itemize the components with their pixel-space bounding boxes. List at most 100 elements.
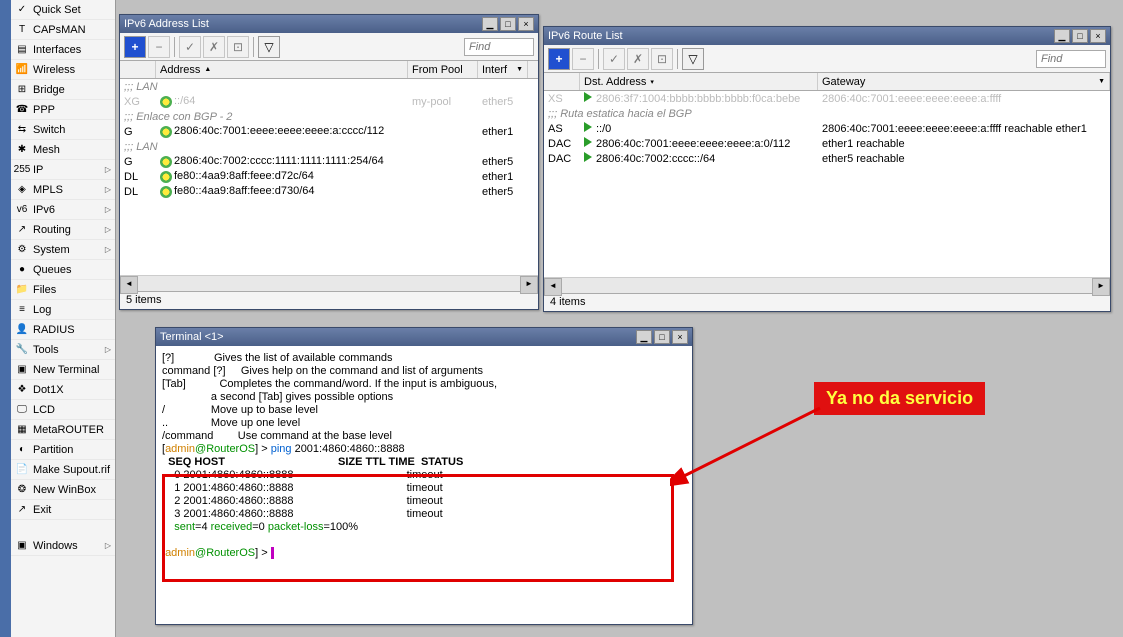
- ping-row: 2 2001:4860:4860::8888 timeout: [162, 495, 686, 508]
- sidebar-item-capsman[interactable]: TCAPsMAN: [11, 20, 115, 40]
- table-row[interactable]: AS ::/0 2806:40c:7001:eeee:eeee:eeee:a:f…: [544, 121, 1110, 136]
- col-frompool[interactable]: From Pool: [408, 61, 478, 78]
- table-row[interactable]: XG ::/64 my-pool ether5: [120, 94, 538, 109]
- sidebar-item-mesh[interactable]: ✱Mesh: [11, 140, 115, 160]
- help-line: [Tab] Completes the command/word. If the…: [162, 378, 686, 391]
- sidebar-item-make-supout-rif[interactable]: 📄Make Supout.rif: [11, 460, 115, 480]
- enable-button[interactable]: ✓: [179, 36, 201, 58]
- sidebar-item-ipv6[interactable]: v6IPv6▷: [11, 200, 115, 220]
- sidebar-item-files[interactable]: 📁Files: [11, 280, 115, 300]
- section-label: ;;; LAN: [120, 79, 538, 94]
- sidebar-item-interfaces[interactable]: ▤Interfaces: [11, 40, 115, 60]
- sidebar-item-dot1x[interactable]: ❖Dot1X: [11, 380, 115, 400]
- help-line: .. Move up one level: [162, 417, 686, 430]
- sidebar-item-bridge[interactable]: ⊞Bridge: [11, 80, 115, 100]
- col-flag[interactable]: [544, 73, 580, 90]
- find-input[interactable]: [1036, 50, 1106, 68]
- sidebar-item-label: Tools: [33, 344, 59, 356]
- sidebar-item-label: Interfaces: [33, 44, 81, 56]
- add-button[interactable]: +: [548, 48, 570, 70]
- add-button[interactable]: +: [124, 36, 146, 58]
- menu-icon: ≡: [15, 303, 29, 317]
- sidebar-item-routing[interactable]: ↗Routing▷: [11, 220, 115, 240]
- table-row[interactable]: XS 2806:3f7:1004:bbbb:bbbb:bbbb:f0ca:beb…: [544, 91, 1110, 106]
- horizontal-scrollbar[interactable]: [120, 275, 538, 291]
- prompt-line: [162, 534, 686, 547]
- sidebar-item-switch[interactable]: ⇆Switch: [11, 120, 115, 140]
- table-row[interactable]: DL fe80::4aa9:8aff:feee:d730/64 ether5: [120, 184, 538, 199]
- sidebar-item-queues[interactable]: ●Queues: [11, 260, 115, 280]
- filter-button[interactable]: ▽: [258, 36, 280, 58]
- titlebar[interactable]: Terminal <1> ▁ □ ×: [156, 328, 692, 346]
- window-title: IPv6 Route List: [548, 30, 623, 42]
- sidebar-item-label: Wireless: [33, 64, 75, 76]
- sidebar-item-new-terminal[interactable]: ▣New Terminal: [11, 360, 115, 380]
- table-row[interactable]: DL fe80::4aa9:8aff:feee:d72c/64 ether1: [120, 169, 538, 184]
- sidebar-item-new-winbox[interactable]: ❂New WinBox: [11, 480, 115, 500]
- table-row[interactable]: DAC 2806:40c:7002:cccc::/64 ether5 reach…: [544, 151, 1110, 166]
- maximize-button[interactable]: □: [500, 17, 516, 31]
- sidebar-item-mpls[interactable]: ◈MPLS▷: [11, 180, 115, 200]
- maximize-button[interactable]: □: [1072, 29, 1088, 43]
- sidebar-item-radius[interactable]: 👤RADIUS: [11, 320, 115, 340]
- minimize-button[interactable]: ▁: [1054, 29, 1070, 43]
- menu-icon: ◐: [15, 443, 29, 457]
- prompt-line[interactable]: [admin@RouterOS] >: [162, 547, 686, 560]
- enable-button[interactable]: ✓: [603, 48, 625, 70]
- sidebar-item-label: MetaROUTER: [33, 424, 104, 436]
- annotation-label: Ya no da servicio: [814, 382, 985, 415]
- address-icon: [160, 171, 172, 183]
- terminal-body[interactable]: [?] Gives the list of available commands…: [156, 346, 692, 624]
- disable-button[interactable]: ✗: [203, 36, 225, 58]
- col-gateway[interactable]: Gateway▼: [818, 73, 1110, 90]
- table-header: Address▲ From Pool Interf▼: [120, 61, 538, 79]
- remove-button[interactable]: −: [148, 36, 170, 58]
- menu-icon: ❂: [15, 483, 29, 497]
- col-dst[interactable]: Dst. Address▾: [580, 73, 818, 90]
- horizontal-scrollbar[interactable]: [544, 277, 1110, 293]
- sidebar-item-tools[interactable]: 🔧Tools▷: [11, 340, 115, 360]
- titlebar[interactable]: IPv6 Address List ▁ □ ×: [120, 15, 538, 33]
- sidebar-item-quick-set[interactable]: ✓Quick Set: [11, 0, 115, 20]
- sidebar-item-windows[interactable]: ▣Windows▷: [11, 536, 115, 556]
- terminal-window: Terminal <1> ▁ □ × [?] Gives the list of…: [155, 327, 693, 625]
- menu-icon: 👤: [15, 323, 29, 337]
- comment-button[interactable]: ⊡: [227, 36, 249, 58]
- route-icon: [584, 122, 592, 132]
- close-button[interactable]: ×: [518, 17, 534, 31]
- sidebar-item-lcd[interactable]: 🖵LCD: [11, 400, 115, 420]
- sidebar-item-wireless[interactable]: 📶Wireless: [11, 60, 115, 80]
- statusbar: 5 items: [120, 291, 538, 309]
- chevron-right-icon: ▷: [105, 345, 111, 354]
- sidebar-item-label: Partition: [33, 444, 73, 456]
- titlebar[interactable]: IPv6 Route List ▁ □ ×: [544, 27, 1110, 45]
- col-address[interactable]: Address▲: [156, 61, 408, 78]
- sidebar-item-ppp[interactable]: ☎PPP: [11, 100, 115, 120]
- chevron-right-icon: ▷: [105, 205, 111, 214]
- sidebar-item-metarouter[interactable]: ▦MetaROUTER: [11, 420, 115, 440]
- comment-button[interactable]: ⊡: [651, 48, 673, 70]
- disable-button[interactable]: ✗: [627, 48, 649, 70]
- menu-icon: ▣: [15, 539, 29, 553]
- table-row[interactable]: G 2806:40c:7002:cccc:1111:1111:1111:254/…: [120, 154, 538, 169]
- sidebar-item-exit[interactable]: ↗Exit: [11, 500, 115, 520]
- table-row[interactable]: G 2806:40c:7001:eeee:eeee:eeee:a:cccc/11…: [120, 124, 538, 139]
- sidebar-item-ip[interactable]: 255IP▷: [11, 160, 115, 180]
- close-button[interactable]: ×: [672, 330, 688, 344]
- col-interface[interactable]: Interf▼: [478, 61, 528, 78]
- maximize-button[interactable]: □: [654, 330, 670, 344]
- sidebar-item-label: CAPsMAN: [33, 24, 86, 36]
- minimize-button[interactable]: ▁: [636, 330, 652, 344]
- find-input[interactable]: [464, 38, 534, 56]
- table-row[interactable]: DAC 2806:40c:7001:eeee:eeee:eeee:a:0/112…: [544, 136, 1110, 151]
- sidebar-item-log[interactable]: ≡Log: [11, 300, 115, 320]
- menu-icon: ⇆: [15, 123, 29, 137]
- section-label: ;;; Enlace con BGP - 2: [120, 109, 538, 124]
- sidebar-item-system[interactable]: ⚙System▷: [11, 240, 115, 260]
- minimize-button[interactable]: ▁: [482, 17, 498, 31]
- close-button[interactable]: ×: [1090, 29, 1106, 43]
- filter-button[interactable]: ▽: [682, 48, 704, 70]
- remove-button[interactable]: −: [572, 48, 594, 70]
- col-flag[interactable]: [120, 61, 156, 78]
- sidebar-item-partition[interactable]: ◐ Partition: [11, 440, 115, 460]
